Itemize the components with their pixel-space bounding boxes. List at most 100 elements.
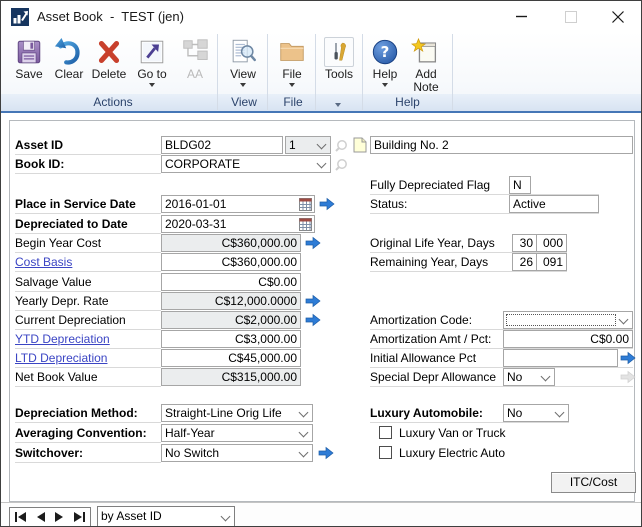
delete-button[interactable]: Delete [89,34,129,94]
first-record-icon[interactable] [14,512,27,522]
group-separator [452,34,453,110]
cost-basis-link[interactable]: Cost Basis [15,253,72,271]
chevron-down-icon [299,408,309,418]
amortization-code-label: Amortization Code: [370,311,472,329]
clear-button[interactable]: Clear [49,34,89,94]
ytd-depreciation-link[interactable]: YTD Depreciation [15,330,110,348]
help-dropdown-icon [382,83,388,87]
place-in-service-expansion-arrow[interactable] [319,197,335,211]
amortization-code-combo[interactable] [503,311,633,329]
itc-cost-button[interactable]: ITC/Cost [551,472,636,493]
title-bar: Asset Book - TEST (jen) [1,1,641,32]
current-depreciation-label: Current Depreciation [15,311,126,329]
delete-x-icon [89,34,129,67]
chevron-down-icon [299,428,309,438]
chevron-down-icon [299,448,309,458]
remaining-life-label: Remaining Year, Days [370,253,488,271]
last-record-icon[interactable] [73,512,86,522]
luxury-automobile-label: Luxury Automobile: [370,404,483,422]
ltd-depreciation-field[interactable]: C$45,000.00 [161,349,301,367]
chevron-down-icon [541,372,551,382]
record-navigation-bar: by Asset ID [1,502,641,526]
original-life-label: Original Life Year, Days [370,234,495,252]
svg-text:?: ? [381,43,390,61]
tools-icon [318,34,360,67]
depreciated-to-date-label: Depreciated to Date [15,215,128,233]
view-button[interactable]: View [221,34,265,94]
place-in-service-date-label: Place in Service Date [15,195,136,213]
net-book-value-label: Net Book Value [15,368,98,386]
asset-id-field[interactable]: BLDG02 [161,136,283,154]
save-icon [9,34,49,67]
chevron-down-icon [317,140,327,150]
save-button[interactable]: Save [9,34,49,94]
special-depr-allowance-combo[interactable]: No [503,368,555,386]
goto-arrow-icon [129,34,175,67]
attachment-note-icon[interactable] [353,137,369,151]
initial-allowance-expansion-arrow[interactable] [620,351,636,365]
help-button[interactable]: ? Help [365,34,405,94]
view-document-icon [221,34,265,67]
next-record-icon[interactable] [54,512,65,522]
focus-rectangle [506,314,616,326]
aa-orgchart-icon [177,34,213,67]
group-separator [267,34,268,110]
previous-record-icon[interactable] [35,512,46,522]
tools-overflow-icon[interactable] [335,103,341,107]
place-in-service-date-field[interactable]: 2016-01-01 [161,195,315,213]
switchover-combo[interactable]: No Switch [161,444,313,462]
add-note-button[interactable]: Add Note [404,34,448,94]
asset-description-field[interactable]: Building No. 2 [370,136,633,154]
luxury-automobile-combo[interactable]: No [503,404,569,422]
initial-allowance-pct-field[interactable] [503,349,618,367]
window-title: Asset Book - TEST (jen) [37,9,184,24]
yearly-depr-rate-label: Yearly Depr. Rate [15,292,109,310]
tools-button[interactable]: Tools [318,34,360,94]
sort-by-combo[interactable]: by Asset ID [97,506,235,527]
luxury-electric-auto-label: Luxury Electric Auto [399,444,505,462]
amortization-amt-pct-field[interactable]: C$0.00 [503,330,633,348]
luxury-electric-auto-checkbox[interactable] [379,446,392,459]
book-id-label: Book ID: [15,155,64,173]
add-note-icon [404,34,448,67]
group-separator [315,34,316,110]
status-label: Status: [370,195,407,213]
original-life-years-field: 30 [512,234,537,252]
cost-basis-field[interactable]: C$360,000.00 [161,253,301,271]
file-button[interactable]: File [271,34,313,94]
book-id-combo[interactable]: CORPORATE [161,155,331,173]
amortization-amt-pct-label: Amortization Amt / Pct: [370,330,491,348]
begin-year-cost-expansion-arrow[interactable] [305,236,321,250]
asset-id-suffix-combo: 1 [285,136,331,154]
fully-depreciated-flag-label: Fully Depreciated Flag [370,176,490,194]
ltd-depreciation-link[interactable]: LTD Depreciation [15,349,107,367]
special-depr-expansion-arrow-disabled [620,370,636,384]
calendar-icon[interactable] [299,198,312,213]
special-depr-allowance-label: Special Depr Allowance [370,368,496,386]
depreciation-method-combo[interactable]: Straight-Line Orig Life [161,404,313,422]
depreciated-to-date-field[interactable]: 2020-03-31 [161,215,315,233]
switchover-label: Switchover: [15,444,83,462]
depreciation-method-label: Depreciation Method: [15,404,138,422]
maximize-button [554,1,588,32]
group-label-help: Help [365,95,450,110]
ytd-depreciation-field[interactable]: C$3,000.00 [161,330,301,348]
close-button[interactable] [601,1,635,32]
original-life-days-field: 000 [536,234,567,252]
averaging-convention-combo[interactable]: Half-Year [161,424,313,442]
luxury-van-or-truck-checkbox[interactable] [379,426,392,439]
calendar-icon[interactable] [299,218,312,233]
current-depreciation-expansion-arrow[interactable] [305,313,321,327]
yearly-depr-rate-expansion-arrow[interactable] [305,294,321,308]
group-label-actions: Actions [9,95,217,110]
ribbon-accent-line [1,111,641,113]
file-folder-icon [271,34,313,67]
minimize-button[interactable] [504,1,538,32]
goto-button[interactable]: Go to [129,34,175,94]
begin-year-cost-field: C$360,000.00 [161,234,301,252]
switchover-expansion-arrow[interactable] [318,446,334,460]
asset-id-lookup-icon [333,138,349,152]
salvage-value-field[interactable]: C$0.00 [161,273,301,291]
luxury-van-or-truck-label: Luxury Van or Truck [399,424,506,442]
group-label-file: File [271,95,315,110]
